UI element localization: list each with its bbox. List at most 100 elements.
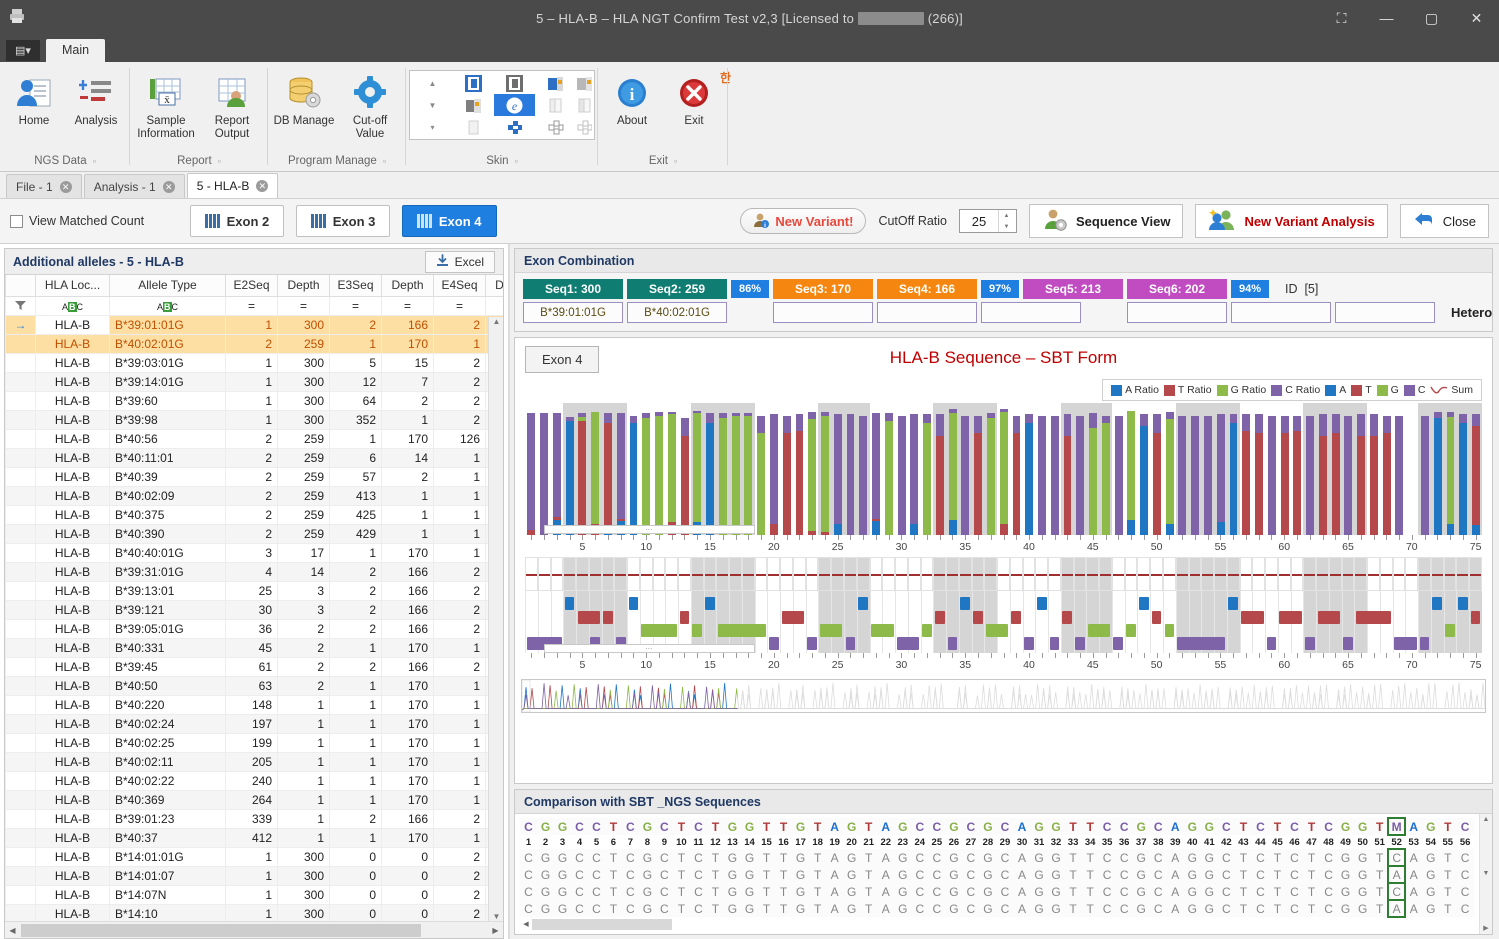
bar-column[interactable] [1291,408,1304,535]
sequence-cell[interactable]: T [1268,883,1286,900]
sequence-cell[interactable]: T [672,849,690,866]
bar-column[interactable] [755,408,768,535]
sequence-cell[interactable]: G [843,818,861,835]
scroll-right-icon[interactable]: ▶ [1483,924,1488,932]
sequence-cell[interactable]: C [996,866,1014,883]
sequence-cell[interactable]: A [1166,883,1184,900]
band-cell[interactable] [984,557,998,591]
band-cell[interactable] [805,557,819,591]
sequence-cell[interactable]: A [1405,818,1423,835]
sequence-cell[interactable]: C [996,900,1014,917]
sequence-cell[interactable]: C [689,900,707,917]
bar-column[interactable] [1316,408,1329,535]
band-cell[interactable] [818,591,831,653]
sequence-cell[interactable]: G [1030,900,1048,917]
sequence-cell[interactable]: G [1422,900,1440,917]
bar-column[interactable] [1431,408,1444,535]
sequence-cell[interactable]: T [1303,866,1321,883]
sequence-cell[interactable]: C [928,883,946,900]
sequence-cell[interactable]: 3 [553,835,571,849]
band-cell[interactable] [1316,557,1329,591]
bar-column[interactable] [627,408,640,535]
sequence-cell[interactable]: G [792,900,810,917]
sequence-cell[interactable]: C [1251,900,1269,917]
sequence-cell[interactable]: G [945,818,963,835]
sequence-cell[interactable]: T [1439,900,1457,917]
exon-4-button[interactable]: Exon 4 [402,205,497,237]
sequence-cell[interactable]: G [979,818,997,835]
sequence-cell[interactable]: G [723,866,741,883]
sequence-cell[interactable]: C [621,818,639,835]
band-cell[interactable] [1162,557,1176,591]
sequence-cell[interactable]: 31 [1030,835,1048,849]
sequence-cell[interactable]: T [1081,849,1099,866]
new-variant-badge[interactable]: i New Variant! [740,208,867,234]
sequence-cell[interactable]: G [1132,866,1150,883]
sequence-cell[interactable]: A [826,900,844,917]
allele-box[interactable] [1127,302,1227,323]
sequence-cell[interactable]: A [1013,849,1031,866]
excel-export-button[interactable]: Excel [424,250,495,273]
bar-column[interactable] [1010,408,1023,535]
bar-column[interactable] [908,408,921,535]
sequence-cell[interactable]: C [520,900,537,917]
sequence-cell[interactable]: T [809,883,827,900]
sequence-cell[interactable]: C [621,866,639,883]
table-row[interactable]: HLA-B B*14:01:01G 1 300 0 0 2 [5,846,503,867]
bar-column[interactable] [551,408,564,535]
band-cell[interactable] [1124,591,1138,653]
sequence-cell[interactable]: C [1285,849,1303,866]
sequence-cell[interactable]: C [1149,900,1167,917]
sequence-cell[interactable]: C [1149,818,1167,835]
sequence-cell[interactable]: A [877,818,895,835]
sequence-cell[interactable]: T [860,883,878,900]
sequence-cell[interactable]: C [570,849,588,866]
sequence-cell[interactable]: C [570,883,588,900]
bar-column[interactable] [1074,408,1087,535]
band-cell[interactable] [869,591,883,653]
table-row[interactable]: HLA-B B*40:331 45 2 1 170 1 [5,637,503,658]
sequence-cell[interactable]: 37 [1132,835,1150,849]
band-cell[interactable] [895,557,908,591]
band-cell[interactable] [563,557,577,591]
sequence-cell[interactable]: G [1337,818,1355,835]
bar-column[interactable] [768,408,781,535]
dialog-launcher-icon[interactable]: ▫ [515,156,518,166]
sequence-cell[interactable]: 24 [911,835,929,849]
sequence-cell[interactable]: C [1098,866,1116,883]
sequence-cell[interactable]: G [723,883,741,900]
sequence-cell[interactable]: G [894,818,912,835]
band-cell[interactable] [958,557,972,591]
skin-swatch-5[interactable] [453,94,494,116]
table-row[interactable]: HLA-B B*40:02:22 240 1 1 170 1 [5,770,503,791]
band-cell[interactable] [920,591,934,653]
band-cell[interactable] [1418,557,1431,591]
sequence-cell[interactable]: T [1081,866,1099,883]
sequence-cell[interactable]: G [1030,883,1048,900]
sequence-cell[interactable]: G [1422,818,1440,835]
table-row[interactable]: HLA-B B*39:13:01 25 3 2 166 2 [5,580,503,601]
sequence-cell[interactable]: C [911,849,929,866]
table-row[interactable]: HLA-B B*40:39 2 259 57 2 1 [5,466,503,487]
sequence-cell[interactable]: 34 [1081,835,1099,849]
sequence-cell[interactable]: T [672,900,690,917]
sequence-cell[interactable]: G [740,849,758,866]
band-cell[interactable] [1430,557,1444,591]
sequence-cell[interactable]: A [1166,900,1184,917]
sequence-cell[interactable]: C [689,818,707,835]
checkbox-box[interactable] [10,214,23,228]
sequence-cell[interactable]: T [1064,818,1082,835]
sequence-cell[interactable]: T [775,883,793,900]
sequence-cell[interactable]: G [979,900,997,917]
allele-box[interactable] [1335,302,1435,323]
band-cell[interactable] [525,557,538,591]
sequence-cell[interactable]: T [1081,883,1099,900]
table-row[interactable]: HLA-B B*40:02:11 205 1 1 170 1 [5,751,503,772]
sequence-cell[interactable]: T [1303,849,1321,866]
sequence-cell[interactable]: C [587,900,605,917]
sequence-cell[interactable]: T [758,818,776,835]
bar-column[interactable] [882,408,895,535]
band-cell[interactable] [665,557,679,591]
sequence-cell[interactable]: T [1234,866,1252,883]
sequence-cell[interactable]: T [809,900,827,917]
